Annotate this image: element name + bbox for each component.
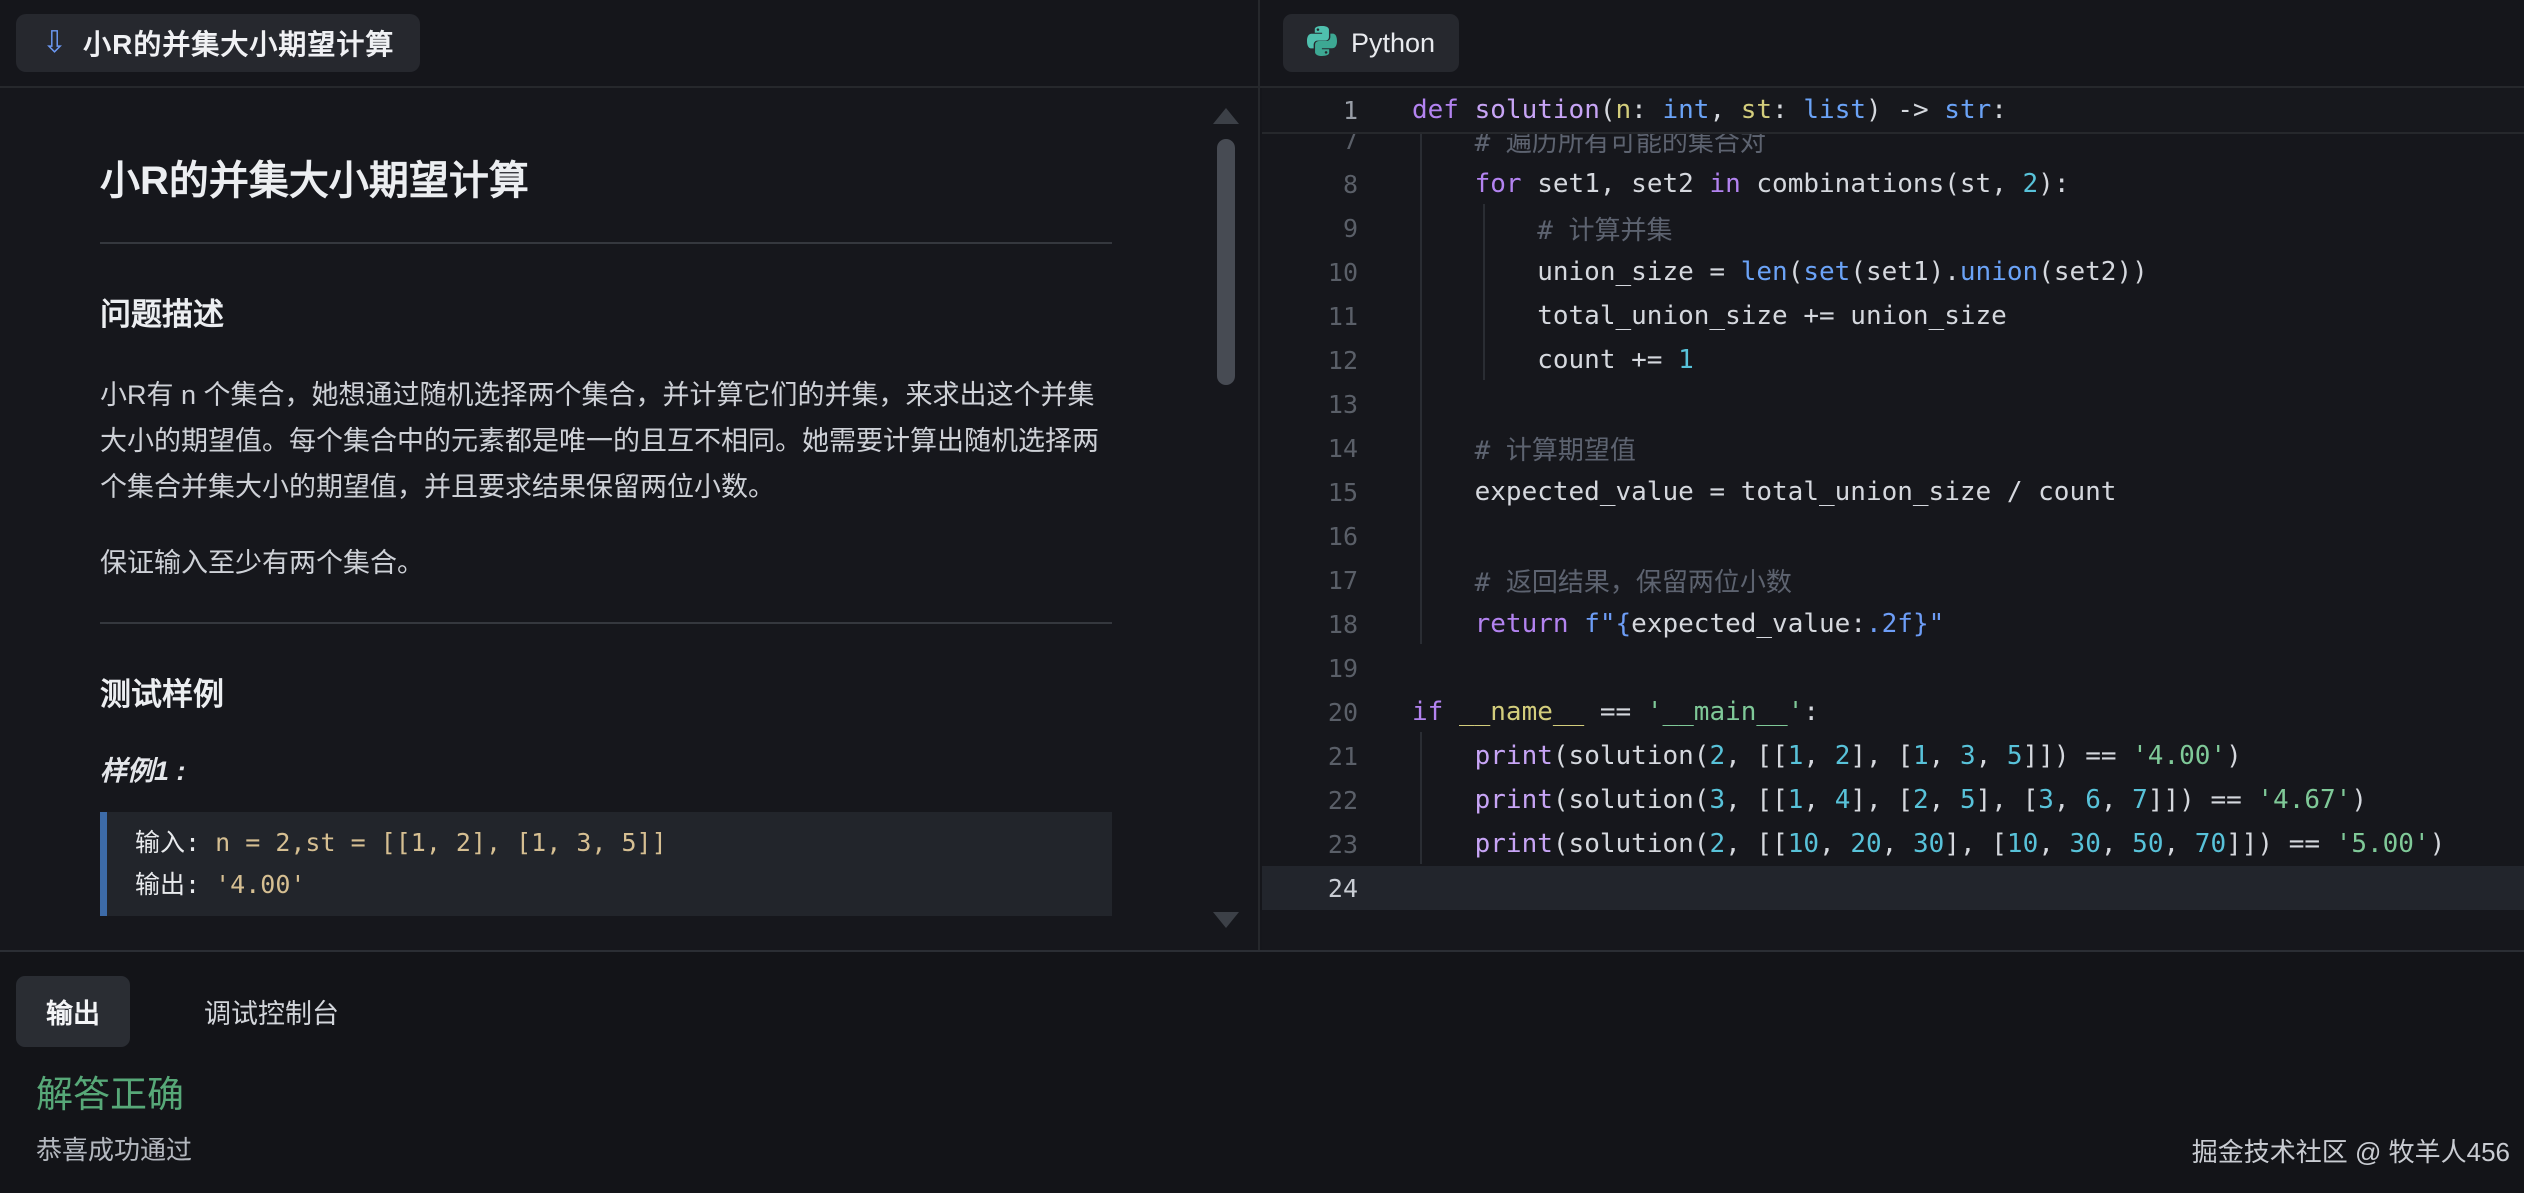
sample1-input-line: 输入: n = 2,st = [[1, 2], [1, 3, 5]] [135,822,1084,864]
scrollbar-thumb[interactable] [1217,139,1235,385]
indent-guide [1420,116,1422,644]
line-number[interactable]: 9 [1262,214,1358,243]
credit-text: 掘金技术社区 @ 牧羊人456 [2192,1132,2510,1169]
code-line-12[interactable]: 12 count += 1 [1262,338,2524,382]
python-icon [1307,26,1337,61]
tab-output[interactable]: 输出 [16,976,130,1047]
language-tab-label: Python [1351,28,1435,59]
line-number[interactable]: 8 [1262,170,1358,199]
line-source: count += 1 [1358,345,1694,375]
tab-debug-console[interactable]: 调试控制台 [174,976,369,1047]
sample1-label: 样例1 : [100,754,1112,788]
line-source: union_size = len(set(set1).union(set2)) [1358,257,2148,287]
line-source: return f"{expected_value:.2f}" [1358,609,1944,639]
problem-header: ⇩ 小R的并集大小期望计算 [0,0,1258,88]
line-source: if __name__ == '__main__': [1358,697,1819,727]
code-line-20[interactable]: 20if __name__ == '__main__': [1262,690,2524,734]
code-line-23[interactable]: 23 print(solution(2, [[10, 20, 30], [10,… [1262,822,2524,866]
app-window: ⇩ 小R的并集大小期望计算 Python 重置代码 [0,0,2524,1193]
output-tabs: 输出 调试控制台 [16,976,369,1047]
code-line-22[interactable]: 22 print(solution(3, [[1, 4], [2, 5], [3… [1262,778,2524,822]
line-number[interactable]: 13 [1262,390,1358,419]
code-line-15[interactable]: 15 expected_value = total_union_size / c… [1262,470,2524,514]
problem-title-button[interactable]: ⇩ 小R的并集大小期望计算 [16,14,420,72]
line-number[interactable]: 24 [1262,874,1358,903]
code-line-9[interactable]: 9 # 计算并集 [1262,206,2524,250]
code-line-8[interactable]: 8 for set1, set2 in combinations(st, 2): [1262,162,2524,206]
problem-pane: 小R的并集大小期望计算 问题描述 小R有 n 个集合，她想通过随机选择两个集合，… [0,88,1258,950]
code-line-24[interactable]: 24 [1262,866,2524,910]
line-source: expected_value = total_union_size / coun… [1358,477,2116,507]
language-tab-python[interactable]: Python [1283,14,1459,72]
code-line-14[interactable]: 14 # 计算期望值 [1262,426,2524,470]
line-source: print(solution(3, [[1, 4], [2, 5], [3, 6… [1358,785,2367,815]
line-source: # 返回结果，保留两位小数 [1358,562,1792,599]
scroll-down-arrow[interactable] [1213,912,1239,928]
code-line-11[interactable]: 11 total_union_size += union_size [1262,294,2524,338]
code-line-1[interactable]: 1def solution(n: int, st: list) -> str: [1262,88,2524,132]
result-message: 恭喜成功通过 [36,1130,192,1167]
line-source: # 计算期望值 [1358,430,1636,467]
editor-header: Python 重置代码 切换语言 [1260,0,2524,88]
line-number[interactable]: 15 [1262,478,1358,507]
line-number[interactable]: 11 [1262,302,1358,331]
line-number[interactable]: 22 [1262,786,1358,815]
description-note: 保证输入至少有两个集合。 [100,540,1112,586]
line-number[interactable]: 17 [1262,566,1358,595]
code-line-18[interactable]: 18 return f"{expected_value:.2f}" [1262,602,2524,646]
line-number[interactable]: 1 [1262,96,1358,125]
page-title: 小R的并集大小期望计算 [100,156,1112,206]
section-heading-samples: 测试样例 [100,676,1112,714]
line-source: print(solution(2, [[1, 2], [1, 3, 5]]) =… [1358,741,2242,771]
line-number[interactable]: 14 [1262,434,1358,463]
line-number[interactable]: 21 [1262,742,1358,771]
divider [100,242,1112,244]
indent-guide [1420,732,1422,864]
line-number[interactable]: 19 [1262,654,1358,683]
sample1-code-block: 输入: n = 2,st = [[1, 2], [1, 3, 5]] 输出: '… [100,812,1112,916]
code-editor[interactable]: 7 # 遍历所有可能的集合对8 for set1, set2 in combin… [1262,88,2524,950]
code-lines: 7 # 遍历所有可能的集合对8 for set1, set2 in combin… [1262,118,2524,910]
code-line-19[interactable]: 19 [1262,646,2524,690]
divider [100,622,1112,624]
output-panel: 输出 调试控制台 解答正确 恭喜成功通过 掘金技术社区 @ 牧羊人456 [0,950,2524,1193]
code-line-17[interactable]: 17 # 返回结果，保留两位小数 [1262,558,2524,602]
line-source: for set1, set2 in combinations(st, 2): [1358,169,2069,199]
line-number[interactable]: 23 [1262,830,1358,859]
line-number[interactable]: 10 [1262,258,1358,287]
section-heading-description: 问题描述 [100,296,1112,334]
line-source: print(solution(2, [[10, 20, 30], [10, 30… [1358,829,2445,859]
scroll-up-arrow[interactable] [1213,108,1239,124]
problem-document: 小R的并集大小期望计算 问题描述 小R有 n 个集合，她想通过随机选择两个集合，… [100,88,1112,950]
line-number[interactable]: 20 [1262,698,1358,727]
line-number[interactable]: 16 [1262,522,1358,551]
problem-title: 小R的并集大小期望计算 [83,23,394,63]
sticky-function-line[interactable]: 1def solution(n: int, st: list) -> str: [1262,88,2524,134]
line-source: # 计算并集 [1358,210,1673,247]
line-source: def solution(n: int, st: list) -> str: [1358,95,2007,125]
download-icon: ⇩ [42,28,67,58]
line-number[interactable]: 18 [1262,610,1358,639]
indent-guide [1483,204,1485,380]
code-line-16[interactable]: 16 [1262,514,2524,558]
description-paragraph: 小R有 n 个集合，她想通过随机选择两个集合，并计算它们的并集，来求出这个并集大… [100,372,1112,510]
line-number[interactable]: 12 [1262,346,1358,375]
line-source: total_union_size += union_size [1358,301,2007,331]
code-line-21[interactable]: 21 print(solution(2, [[1, 2], [1, 3, 5]]… [1262,734,2524,778]
code-line-13[interactable]: 13 [1262,382,2524,426]
code-line-10[interactable]: 10 union_size = len(set(set1).union(set2… [1262,250,2524,294]
sample1-output-line: 输出: '4.00' [135,864,1084,906]
result-status: 解答正确 [36,1064,184,1118]
panel-divider[interactable] [1258,0,1260,950]
